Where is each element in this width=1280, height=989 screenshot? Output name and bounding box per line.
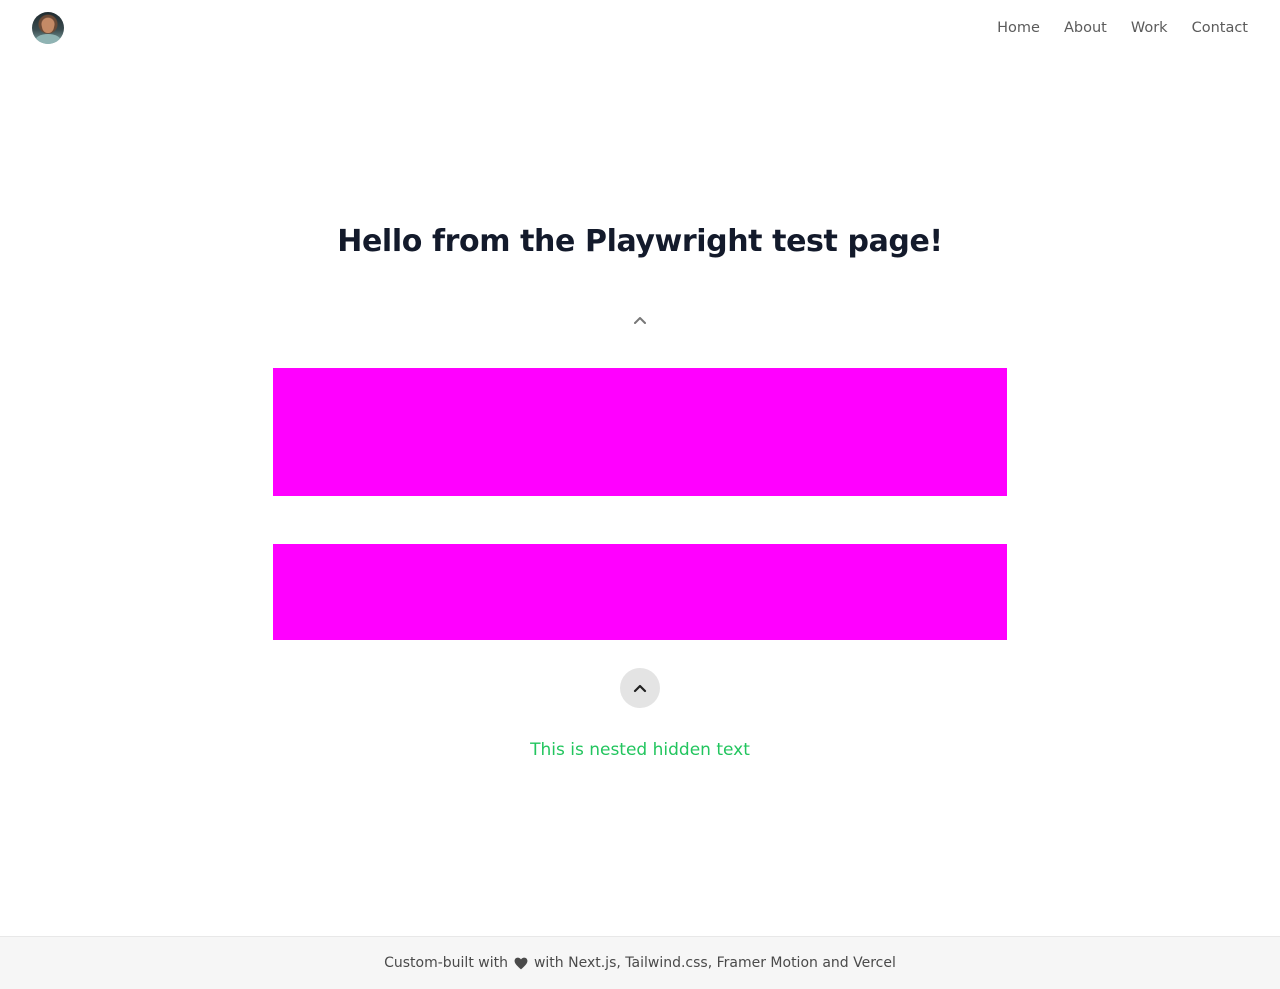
nav-home-link[interactable]: Home: [997, 17, 1040, 39]
magenta-block-1: [273, 368, 1007, 496]
main-nav: Home About Work Contact: [997, 17, 1248, 39]
avatar-shirt: [35, 34, 61, 44]
heart-icon: [514, 957, 528, 970]
nav-work-link[interactable]: Work: [1131, 17, 1168, 39]
chevron-up-icon: [633, 683, 647, 693]
chevron-up-icon: [630, 310, 650, 330]
nav-contact-link[interactable]: Contact: [1192, 17, 1248, 39]
footer-suffix: with Next.js, Tailwind.css, Framer Motio…: [533, 955, 896, 971]
footer-prefix: Custom-built with: [384, 955, 508, 971]
avatar-face: [42, 18, 54, 33]
site-footer: Custom-built with with Next.js, Tailwind…: [0, 936, 1280, 989]
page-title: Hello from the Playwright test page!: [337, 224, 943, 259]
magenta-block-2: [273, 544, 1007, 640]
nav-about-link[interactable]: About: [1064, 17, 1107, 39]
scroll-up-button[interactable]: [620, 668, 660, 708]
site-header: Home About Work Contact: [0, 0, 1280, 56]
avatar[interactable]: [32, 12, 64, 44]
nested-hidden-text: This is nested hidden text: [530, 740, 750, 760]
